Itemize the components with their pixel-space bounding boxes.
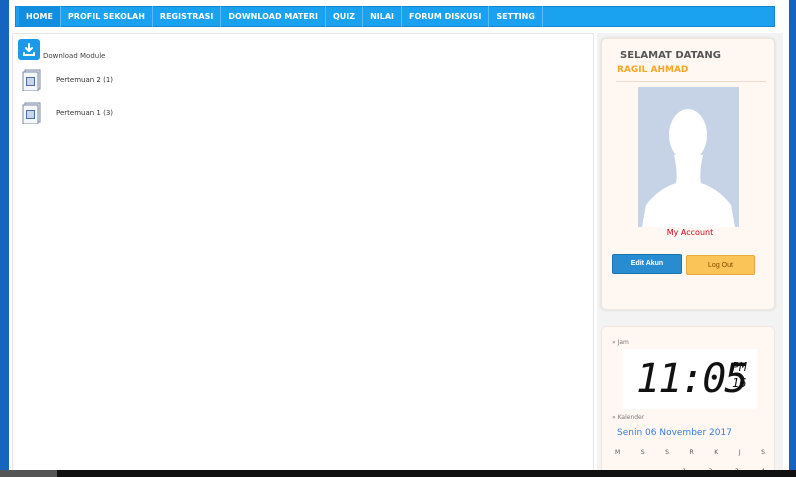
file-item[interactable]: Pertemuan 1 (3) xyxy=(22,102,113,125)
person-silhouette-icon xyxy=(638,87,739,227)
file-item[interactable]: Pertemuan 2 (1) xyxy=(22,69,113,92)
file-link[interactable]: Pertemuan 2 (1) xyxy=(56,76,113,84)
file-count: (3) xyxy=(103,109,114,117)
clock-time: 11:05 xyxy=(636,356,748,402)
edit-account-button[interactable]: Edit Akun xyxy=(612,254,682,274)
nav-nilai[interactable]: NILAI xyxy=(363,6,402,27)
avatar xyxy=(638,87,739,227)
main-content: Download Module Pertemuan 2 (1) Pertemua… xyxy=(12,33,594,477)
clock-label: » Jam xyxy=(612,339,629,346)
file-count: (1) xyxy=(103,76,114,84)
weekday: R xyxy=(689,449,694,456)
welcome-title: SELAMAT DATANG xyxy=(620,50,721,61)
nav-profil-sekolah[interactable]: PROFIL SEKOLAH xyxy=(61,6,153,27)
nav-download-materi[interactable]: DOWNLOAD MATERI xyxy=(221,6,326,27)
clock-ampm: PM xyxy=(732,360,747,374)
clock-seconds: 16 xyxy=(732,376,747,390)
user-name: RAGIL AHMAD xyxy=(617,65,689,75)
taskbar xyxy=(0,470,796,477)
file-link[interactable]: Pertemuan 1 (3) xyxy=(56,109,113,117)
weekday: M xyxy=(615,449,621,456)
digital-clock: 11:05 PM 16 xyxy=(622,349,757,409)
my-account-link[interactable]: My Account xyxy=(602,228,776,237)
calendar-label: » Kalender xyxy=(612,414,645,421)
nav-quiz[interactable]: QUIZ xyxy=(326,6,364,27)
document-icon xyxy=(22,69,44,92)
nav-home[interactable]: HOME xyxy=(19,6,61,27)
calendar-date: Senin 06 November 2017 xyxy=(617,428,732,438)
weekday: K xyxy=(714,449,719,456)
document-icon xyxy=(22,102,44,125)
download-module-label: Download Module xyxy=(43,52,106,60)
download-icon xyxy=(18,39,40,60)
nav-forum-diskusi[interactable]: FORUM DISKUSI xyxy=(402,6,490,27)
divider xyxy=(616,81,766,82)
download-module-header: Download Module xyxy=(18,39,105,60)
welcome-panel: SELAMAT DATANG RAGIL AHMAD My Account Ed… xyxy=(601,38,775,310)
weekday: S xyxy=(761,449,765,456)
main-navigation: HOME PROFIL SEKOLAH REGISTRASI DOWNLOAD … xyxy=(15,6,775,27)
nav-setting[interactable]: SETTING xyxy=(489,6,543,27)
weekday: S xyxy=(665,449,669,456)
taskbar-tab[interactable] xyxy=(0,470,57,477)
file-name: Pertemuan 2 xyxy=(56,76,101,84)
logout-button[interactable]: Log Out xyxy=(686,255,755,275)
file-name: Pertemuan 1 xyxy=(56,109,101,117)
calendar-weekday-header: M S S R K J S xyxy=(615,449,765,456)
clock-calendar-panel: » Jam 11:05 PM 16 » Kalender Senin 06 No… xyxy=(601,326,775,477)
weekday: J xyxy=(738,449,741,456)
weekday: S xyxy=(640,449,645,456)
nav-registrasi[interactable]: REGISTRASI xyxy=(153,6,222,27)
